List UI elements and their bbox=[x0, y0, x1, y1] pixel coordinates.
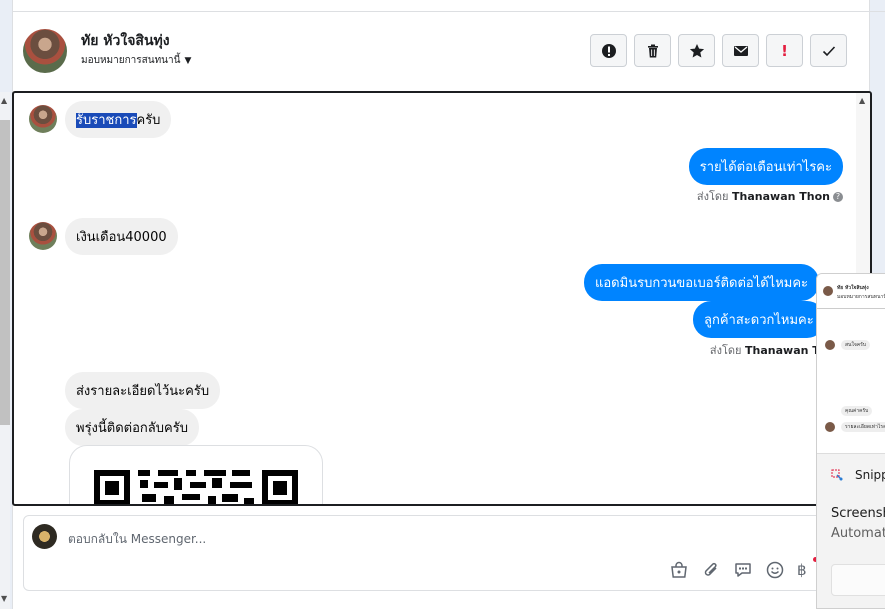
sent-by-label: ส่งโดย Thanawan Thon? bbox=[697, 187, 843, 205]
mail-button[interactable] bbox=[722, 34, 759, 67]
contact-name[interactable]: ทัย หัวใจสินทุ่ง bbox=[81, 30, 170, 52]
contact-avatar-small[interactable] bbox=[29, 105, 57, 133]
exclamation-icon: ! bbox=[781, 41, 788, 60]
selected-text: รับราชการ bbox=[76, 113, 137, 128]
baht-icon[interactable]: ฿ bbox=[797, 561, 807, 579]
assign-conversation-label: มอบหมายการสนทนานี้ bbox=[81, 55, 181, 66]
star-button[interactable] bbox=[678, 34, 715, 67]
scrollbar-thumb[interactable] bbox=[0, 120, 10, 425]
sent-by-prefix: ส่งโดย bbox=[709, 344, 742, 357]
page-scrollbar[interactable]: ▲ ▼ bbox=[0, 92, 10, 609]
page-avatar bbox=[32, 524, 57, 549]
scroll-up-arrow-icon[interactable]: ▲ bbox=[1, 96, 7, 105]
thumb-subtitle: มอบหมายการสนทนานี้ bbox=[837, 294, 885, 300]
info-icon bbox=[601, 43, 616, 58]
incoming-message[interactable]: เงินเดือน40000 bbox=[65, 218, 178, 255]
message-thread[interactable]: ▲ รับราชการครับ รายได้ต่อเดือนเท่าไรคะ ส… bbox=[12, 91, 872, 506]
check-icon bbox=[822, 45, 835, 56]
smiley-icon[interactable] bbox=[765, 560, 785, 580]
thumb-avatar bbox=[823, 286, 833, 296]
caret-down-icon: ▼ bbox=[184, 56, 192, 66]
thumb-message: รายละเอียดเท่าไรคะ bbox=[841, 422, 885, 432]
mark-spam-button[interactable]: ! bbox=[766, 34, 803, 67]
top-divider bbox=[12, 11, 885, 12]
thumb-message: สนใจครับ bbox=[841, 340, 871, 350]
notification-action-button[interactable] bbox=[831, 564, 885, 596]
screenshot-thumbnail: ทัย หัวใจสินทุ่ง มอบหมายการสนทนานี้ สนใจ… bbox=[817, 274, 885, 454]
notification-description: Automat bbox=[831, 526, 885, 541]
chat-bubble-icon[interactable] bbox=[733, 560, 753, 580]
contact-avatar[interactable] bbox=[23, 29, 67, 73]
incoming-message[interactable]: พรุ่งนี้ติดต่อกลับครับ bbox=[65, 409, 199, 446]
assign-conversation-dropdown[interactable]: มอบหมายการสนทนานี้ ▼ bbox=[81, 53, 191, 68]
thumb-message: คุณค่าครับ bbox=[841, 406, 873, 416]
outgoing-message[interactable]: แอดมินรบกวนขอเบอร์ติดต่อได้ไหมคะ bbox=[584, 264, 820, 301]
outgoing-message[interactable]: รายได้ต่อเดือนเท่าไรคะ bbox=[688, 148, 843, 185]
trash-icon bbox=[647, 44, 658, 57]
thumb-name: ทัย หัวใจสินทุ่ง bbox=[837, 285, 869, 291]
thread-scroll-up-icon[interactable]: ▲ bbox=[859, 96, 865, 105]
conversation-actions: ! bbox=[590, 34, 847, 67]
star-icon bbox=[689, 43, 704, 57]
snipping-tool-notification[interactable]: ทัย หัวใจสินทุ่ง มอบหมายการสนทนานี้ สนใจ… bbox=[816, 273, 885, 609]
incoming-message[interactable]: ส่งรายละเอียดไว้นะครับ bbox=[65, 372, 221, 409]
qr-code-graphic bbox=[94, 470, 298, 504]
notification-title: Screensh bbox=[831, 506, 885, 521]
snipping-app-name: Snipp bbox=[855, 468, 885, 482]
paperclip-icon[interactable] bbox=[701, 560, 721, 580]
reply-input[interactable]: ตอบกลับใน Messenger... bbox=[68, 530, 206, 549]
message-text: ครับ bbox=[136, 113, 161, 128]
contact-avatar-small[interactable] bbox=[29, 222, 57, 250]
envelope-icon bbox=[733, 45, 748, 56]
thumb-divider bbox=[817, 308, 885, 309]
reply-composer[interactable]: ตอบกลับใน Messenger... ฿ bbox=[23, 515, 823, 591]
delete-button[interactable] bbox=[634, 34, 671, 67]
thumb-avatar bbox=[825, 422, 835, 432]
info-button[interactable] bbox=[590, 34, 627, 67]
qr-code-image[interactable] bbox=[69, 445, 323, 504]
help-icon[interactable]: ? bbox=[833, 192, 843, 202]
thumb-avatar bbox=[825, 340, 835, 350]
bag-icon[interactable] bbox=[669, 560, 689, 580]
sender-name: Thanawan Thon bbox=[732, 190, 830, 203]
scroll-down-arrow-icon[interactable]: ▼ bbox=[1, 594, 7, 603]
sent-by-prefix: ส่งโดย bbox=[696, 190, 729, 203]
incoming-message[interactable]: รับราชการครับ bbox=[65, 101, 172, 138]
composer-toolbar: ฿ bbox=[669, 560, 807, 580]
outgoing-message[interactable]: ลูกค้าสะดวกไหมคะ bbox=[693, 301, 825, 338]
mark-done-button[interactable] bbox=[810, 34, 847, 67]
snipping-tool-icon bbox=[831, 469, 843, 481]
